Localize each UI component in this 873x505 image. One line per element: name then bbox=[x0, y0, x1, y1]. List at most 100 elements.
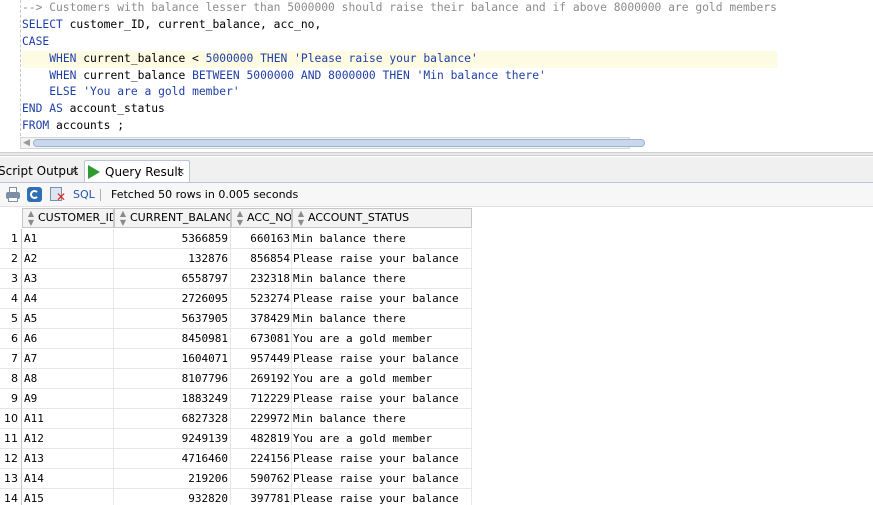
account-status-cell[interactable]: Please raise your balance bbox=[292, 249, 472, 269]
acc-no-cell[interactable]: 590762 bbox=[231, 469, 292, 489]
row-number-cell[interactable]: 5 bbox=[0, 309, 22, 329]
customer-id-cell[interactable]: A5 bbox=[22, 309, 114, 329]
sql-editor[interactable]: --> Customers with balance lesser than 5… bbox=[0, 0, 873, 152]
current-balance-cell[interactable]: 1604071 bbox=[114, 349, 231, 369]
account-status-cell[interactable]: Min balance there bbox=[292, 269, 472, 289]
current-balance-cell[interactable]: 219206 bbox=[114, 469, 231, 489]
current-balance-cell[interactable]: 4716460 bbox=[114, 449, 231, 469]
account-status-cell[interactable]: Please raise your balance bbox=[292, 469, 472, 489]
row-number-cell[interactable]: 6 bbox=[0, 329, 22, 349]
table-row[interactable]: 1 A1 5366859 660163 Min balance there bbox=[0, 229, 472, 249]
row-number-cell[interactable]: 13 bbox=[0, 469, 22, 489]
acc-no-cell[interactable]: 712229 bbox=[231, 389, 292, 409]
current-balance-cell[interactable]: 6558797 bbox=[114, 269, 231, 289]
table-row[interactable]: 14 A15 932820 397781 Please raise your balan… bbox=[0, 489, 472, 505]
customer-id-cell[interactable]: A15 bbox=[22, 489, 114, 505]
customer-id-cell[interactable]: A9 bbox=[22, 389, 114, 409]
account-status-cell[interactable]: Min balance there bbox=[292, 309, 472, 329]
editor-horizontal-scrollbar[interactable]: ◀ bbox=[20, 137, 645, 149]
acc-no-cell[interactable]: 232318 bbox=[231, 269, 292, 289]
current-balance-cell[interactable]: 8107796 bbox=[114, 369, 231, 389]
sql-line[interactable]: END AS account_status bbox=[22, 101, 777, 118]
table-row[interactable]: 5 A5 5637905 378429 Min balance there bbox=[0, 309, 472, 329]
row-number-cell[interactable]: 11 bbox=[0, 429, 22, 449]
account-status-cell[interactable]: You are a gold member bbox=[292, 429, 472, 449]
row-number-cell[interactable]: 2 bbox=[0, 249, 22, 269]
account-status-cell[interactable]: Please raise your balance bbox=[292, 289, 472, 309]
tab-script-output[interactable]: Script Output × bbox=[0, 160, 82, 182]
current-balance-cell[interactable]: 5637905 bbox=[114, 309, 231, 329]
account-status-cell[interactable]: Please raise your balance bbox=[292, 349, 472, 369]
table-row[interactable]: 3 A3 6558797 232318 Min balance there bbox=[0, 269, 472, 289]
sql-link[interactable]: SQL bbox=[73, 188, 95, 201]
sql-line[interactable]: CASE bbox=[22, 34, 777, 51]
sql-code[interactable]: --> Customers with balance lesser than 5… bbox=[22, 0, 777, 135]
customer-id-cell[interactable]: A11 bbox=[22, 409, 114, 429]
current-balance-cell[interactable]: 932820 bbox=[114, 489, 231, 505]
scroll-left-arrow-icon[interactable]: ◀ bbox=[23, 138, 30, 148]
customer-id-cell[interactable]: A12 bbox=[22, 429, 114, 449]
current-balance-cell[interactable]: 2726095 bbox=[114, 289, 231, 309]
cancel-query-icon[interactable]: ✕ bbox=[50, 187, 66, 203]
acc-no-cell[interactable]: 397781 bbox=[231, 489, 292, 505]
sort-arrows-icon[interactable]: ▲ ▼ bbox=[235, 209, 245, 227]
customer-id-cell[interactable]: A7 bbox=[22, 349, 114, 369]
table-row[interactable]: 6 A6 8450981 673081 You are a gold member bbox=[0, 329, 472, 349]
row-number-cell[interactable]: 7 bbox=[0, 349, 22, 369]
table-row[interactable]: 10 A11 6827328 229972 Min balance there bbox=[0, 409, 472, 429]
column-header-customer-id[interactable]: ▲ ▼ CUSTOMER_ID bbox=[22, 208, 114, 228]
table-row[interactable]: 9 A9 1883249 712229 Please raise your balanc… bbox=[0, 389, 472, 409]
table-row[interactable]: 7 A7 1604071 957449 Please raise your balanc… bbox=[0, 349, 472, 369]
sort-arrows-icon[interactable]: ▲ ▼ bbox=[118, 209, 128, 227]
current-balance-cell[interactable]: 132876 bbox=[114, 249, 231, 269]
acc-no-cell[interactable]: 229972 bbox=[231, 409, 292, 429]
current-balance-cell[interactable]: 8450981 bbox=[114, 329, 231, 349]
close-icon[interactable]: × bbox=[176, 161, 185, 183]
scrollbar-thumb[interactable] bbox=[33, 139, 645, 147]
sql-line[interactable]: WHEN current_balance BETWEEN 5000000 AND… bbox=[22, 68, 777, 85]
row-number-cell[interactable]: 12 bbox=[0, 449, 22, 469]
column-header-current-balance[interactable]: ▲ ▼ CURRENT_BALANCE bbox=[114, 208, 231, 228]
table-row[interactable]: 12 A13 4716460 224156 Please raise your bala… bbox=[0, 449, 472, 469]
row-number-cell[interactable]: 3 bbox=[0, 269, 22, 289]
current-balance-cell[interactable]: 1883249 bbox=[114, 389, 231, 409]
tab-query-result[interactable]: Query Result × bbox=[84, 160, 190, 182]
table-row[interactable]: 11 A12 9249139 482819 You are a gold member bbox=[0, 429, 472, 449]
acc-no-cell[interactable]: 224156 bbox=[231, 449, 292, 469]
customer-id-cell[interactable]: A8 bbox=[22, 369, 114, 389]
acc-no-cell[interactable]: 523274 bbox=[231, 289, 292, 309]
column-header-acc-no[interactable]: ▲ ▼ ACC_NO bbox=[231, 208, 292, 228]
row-number-cell[interactable]: 4 bbox=[0, 289, 22, 309]
account-status-cell[interactable]: You are a gold member bbox=[292, 329, 472, 349]
row-number-cell[interactable]: 10 bbox=[0, 409, 22, 429]
current-balance-cell[interactable]: 9249139 bbox=[114, 429, 231, 449]
customer-id-cell[interactable]: A4 bbox=[22, 289, 114, 309]
acc-no-cell[interactable]: 673081 bbox=[231, 329, 292, 349]
column-header-account-status[interactable]: ▲ ▼ ACCOUNT_STATUS bbox=[292, 208, 472, 228]
acc-no-cell[interactable]: 269192 bbox=[231, 369, 292, 389]
sql-line[interactable]: SELECT customer_ID, current_balance, acc… bbox=[22, 17, 777, 34]
row-number-cell[interactable]: 8 bbox=[0, 369, 22, 389]
account-status-cell[interactable]: You are a gold member bbox=[292, 369, 472, 389]
acc-no-cell[interactable]: 957449 bbox=[231, 349, 292, 369]
sort-arrows-icon[interactable]: ▲ ▼ bbox=[296, 209, 306, 227]
customer-id-cell[interactable]: A14 bbox=[22, 469, 114, 489]
acc-no-cell[interactable]: 482819 bbox=[231, 429, 292, 449]
current-balance-cell[interactable]: 5366859 bbox=[114, 229, 231, 249]
account-status-cell[interactable]: Please raise your balance bbox=[292, 449, 472, 469]
acc-no-cell[interactable]: 660163 bbox=[231, 229, 292, 249]
sort-arrows-icon[interactable]: ▲ ▼ bbox=[26, 209, 36, 227]
table-row[interactable]: 2 A2 132876 856854 Please raise your balance bbox=[0, 249, 472, 269]
close-icon[interactable]: × bbox=[70, 160, 79, 182]
pane-splitter[interactable] bbox=[0, 152, 873, 156]
account-status-cell[interactable]: Min balance there bbox=[292, 409, 472, 429]
refresh-icon[interactable] bbox=[27, 187, 43, 202]
account-status-cell[interactable]: Please raise your balance bbox=[292, 389, 472, 409]
customer-id-cell[interactable]: A3 bbox=[22, 269, 114, 289]
sql-line[interactable]: FROM accounts ; bbox=[22, 118, 777, 135]
account-status-cell[interactable]: Min balance there bbox=[292, 229, 472, 249]
table-row[interactable]: 4 A4 2726095 523274 Please raise your balanc… bbox=[0, 289, 472, 309]
table-row[interactable]: 8 A8 8107796 269192 You are a gold member bbox=[0, 369, 472, 389]
sql-line[interactable]: WHEN current_balance < 5000000 THEN 'Ple… bbox=[22, 50, 777, 68]
print-icon[interactable] bbox=[5, 187, 21, 202]
